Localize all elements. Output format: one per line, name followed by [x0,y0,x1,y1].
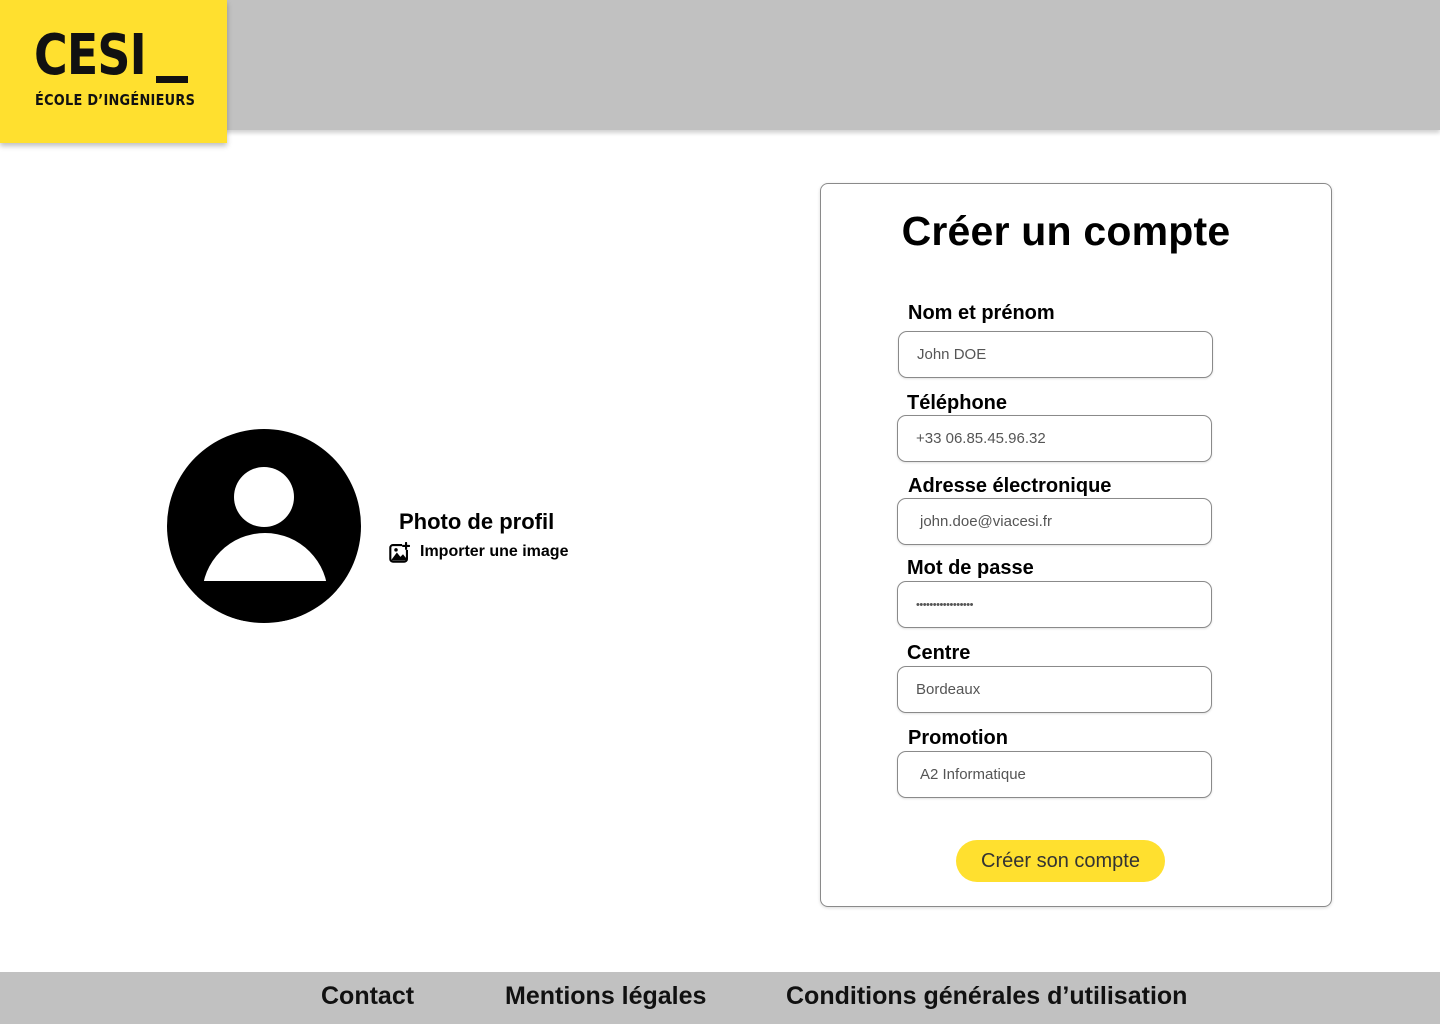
centre-input[interactable]: Bordeaux [897,666,1212,713]
footer-link-legal[interactable]: Mentions légales [505,982,706,1011]
import-image-label: Importer une image [420,543,569,560]
footer: Contact Mentions légales Conditions géné… [0,972,1440,1024]
logo-wordmark: CESI [34,23,147,88]
password-label: Mot de passe [907,557,1034,579]
promotion-label: Promotion [908,727,1008,749]
logo-underscore [156,76,188,83]
user-silhouette-icon[interactable] [167,429,361,623]
phone-input[interactable]: +33 06.85.45.96.32 [897,415,1212,462]
image-add-icon [389,541,410,563]
name-input[interactable]: John DOE [898,331,1213,378]
logo-tagline: ÉCOLE D’INGÉNIEURS [35,91,196,109]
import-image-button[interactable]: Importer une image [389,541,568,563]
avatar-base [197,581,337,621]
centre-label: Centre [907,642,971,664]
create-account-button[interactable]: Créer son compte [956,840,1165,882]
signup-form-card: Créer un compte Nom et prénom John DOE T… [820,183,1332,907]
avatar-head [234,467,294,527]
promotion-input[interactable]: A2 Informatique [897,751,1212,798]
phone-label: Téléphone [907,392,1008,414]
cesi-logo[interactable]: CESI ÉCOLE D’INGÉNIEURS [0,0,227,143]
form-title: Créer un compte [901,208,1231,254]
signup-page: CESI ÉCOLE D’INGÉNIEURS Photo de profil … [0,0,1440,1024]
footer-link-terms[interactable]: Conditions générales d’utilisation [786,982,1187,1011]
email-input[interactable]: john.doe@viacesi.fr [897,498,1212,545]
profile-photo-title: Photo de profil [399,509,555,534]
name-label: Nom et prénom [908,302,1055,324]
password-input[interactable]: ••••••••••••••••• [897,581,1212,628]
email-label: Adresse électronique [908,475,1112,497]
footer-link-contact[interactable]: Contact [321,982,414,1011]
